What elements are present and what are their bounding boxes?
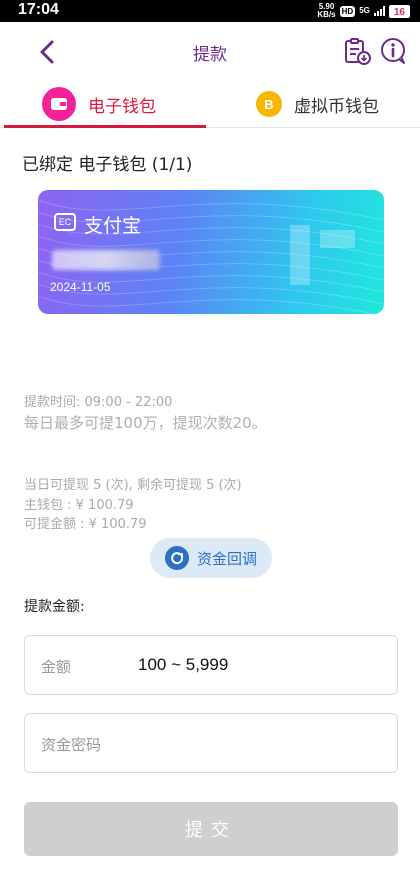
wallet-icon: [42, 87, 76, 121]
main-wallet-balance: 主钱包 : ¥ 100.79: [24, 498, 134, 513]
fund-recall-button[interactable]: 资金回调: [150, 538, 272, 578]
fund-password-field[interactable]: 资金密码: [24, 713, 398, 773]
status-icons: 5.90 KB/s HD 5G 16: [317, 3, 410, 19]
daily-limit: 每日最多可提100万，提现次数20。: [24, 414, 267, 432]
info-icon[interactable]: [379, 37, 407, 65]
wallet-card[interactable]: EC 支付宝 2024-11-05: [38, 190, 384, 314]
tab-crypto-wallet[interactable]: B 虚拟币钱包: [256, 80, 379, 128]
wallet-tabs: 电子钱包 B 虚拟币钱包: [0, 80, 420, 128]
amount-placeholder: 金额: [41, 658, 72, 676]
network-type: 5G: [359, 6, 370, 15]
bound-wallet-count: 已绑定 电子钱包 (1/1): [22, 155, 193, 175]
network-speed-unit: KB/s: [317, 10, 336, 19]
tab-crypto-wallet-label: 虚拟币钱包: [294, 96, 379, 117]
amount-range: 100 ~ 5,999: [138, 655, 229, 674]
signal-icon: [373, 6, 385, 16]
amount-label: 提款金额:: [24, 599, 85, 615]
clipboard-download-icon[interactable]: [343, 37, 371, 65]
status-time: 17:04: [18, 1, 59, 18]
wallet-name: 支付宝: [84, 215, 142, 237]
card-watermark: [290, 225, 355, 285]
hd-badge: HD: [339, 5, 356, 17]
withdraw-time: 提款时间: 09:00 - 22:00: [24, 395, 173, 410]
battery-icon: 16: [388, 4, 410, 18]
app-header: 提款: [0, 22, 420, 80]
bitcoin-icon: B: [256, 91, 282, 117]
amount-field[interactable]: 金额 100 ~ 5,999: [24, 635, 398, 695]
withdrawable-amount: 可提金额 : ¥ 100.79: [24, 517, 147, 532]
fund-recall-label: 资金回调: [196, 549, 257, 568]
refresh-icon: [164, 546, 189, 570]
tab-e-wallet[interactable]: 电子钱包: [42, 80, 156, 128]
wallet-bind-date: 2024-11-05: [50, 280, 111, 294]
withdraw-count: 当日可提现 5 (次), 剩余可提现 5 (次): [24, 478, 242, 493]
status-bar: 17:04 5.90 KB/s HD 5G 16: [0, 0, 420, 22]
submit-button[interactable]: 提交: [24, 802, 398, 856]
ec-logo: EC: [54, 213, 76, 231]
masked-account-number: [52, 250, 160, 270]
tab-e-wallet-label: 电子钱包: [88, 96, 156, 117]
fund-password-placeholder: 资金密码: [41, 736, 102, 754]
tab-active-indicator: [4, 125, 206, 128]
network-speed: 5.90 KB/s: [317, 3, 335, 19]
